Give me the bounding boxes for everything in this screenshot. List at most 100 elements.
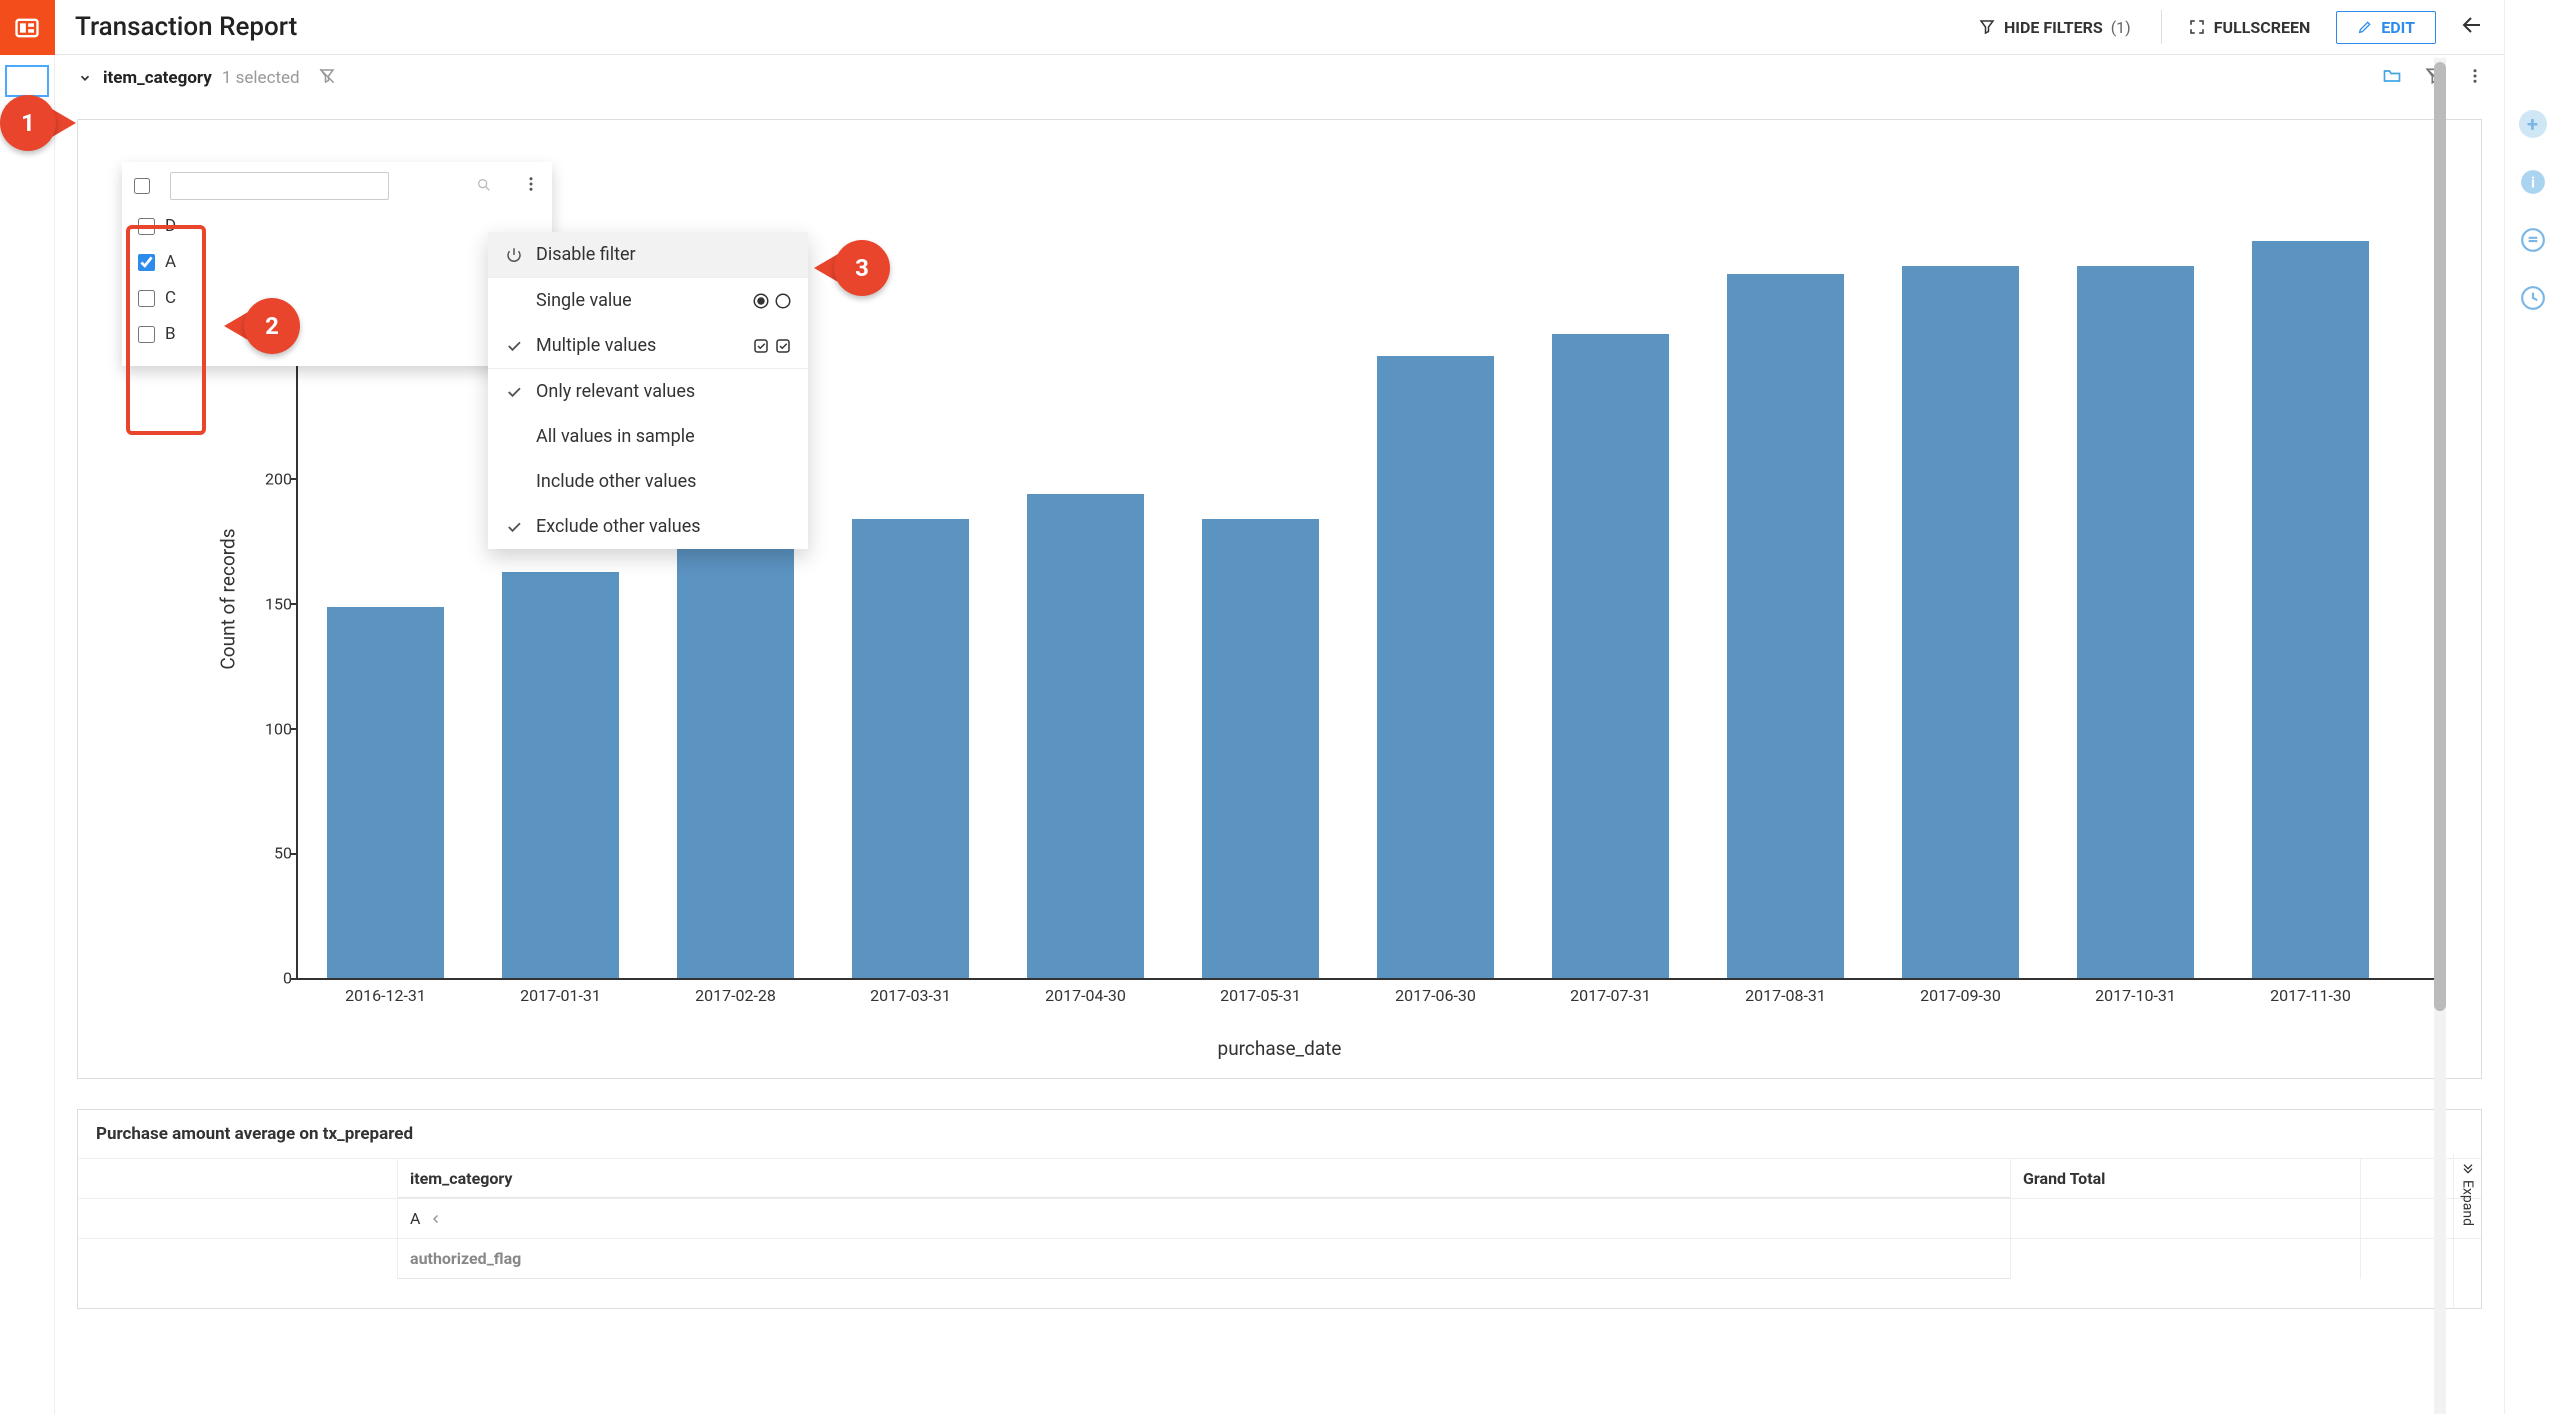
edit-label: EDIT xyxy=(2381,18,2415,37)
filter-off-icon xyxy=(318,67,336,85)
x-tick-label: 2017-11-30 xyxy=(2270,986,2351,1005)
hide-filters-button[interactable]: HIDE FILTERS (1) xyxy=(1958,18,2151,37)
folder-button[interactable] xyxy=(2382,66,2402,91)
pencil-icon xyxy=(2357,19,2373,35)
check-icon xyxy=(504,518,524,536)
power-icon xyxy=(504,246,524,264)
bar[interactable] xyxy=(677,527,794,978)
menu-item-exclude-other-values[interactable]: Exclude other values xyxy=(488,504,808,549)
bar[interactable] xyxy=(1027,494,1144,978)
filter-option-checkbox[interactable] xyxy=(138,254,155,271)
add-tile-button[interactable]: + xyxy=(2519,110,2547,138)
expand-label: Expand xyxy=(2460,1180,2476,1226)
chevron-left-icon xyxy=(430,1213,442,1225)
x-tick-label: 2017-07-31 xyxy=(1570,986,1651,1005)
x-tick-label: 2016-12-31 xyxy=(345,986,426,1005)
header-bar: Transaction Report HIDE FILTERS (1) FULL… xyxy=(55,0,2504,55)
filter-field-name: item_category xyxy=(103,68,212,88)
bar[interactable] xyxy=(1727,274,1844,978)
filter-option-A[interactable]: A xyxy=(134,244,540,280)
y-tick-label: 0 xyxy=(283,969,292,988)
bar[interactable] xyxy=(327,607,444,978)
svg-text:i: i xyxy=(2530,173,2534,191)
bar[interactable] xyxy=(1552,334,1669,978)
bar[interactable] xyxy=(1902,266,2019,978)
scrollbar-thumb[interactable] xyxy=(2434,62,2446,1011)
filter-option-label: A xyxy=(165,252,176,272)
filter-option-checkbox[interactable] xyxy=(138,326,155,343)
filter-context-menu: Disable filter Single value Multiple value… xyxy=(488,232,808,549)
x-tick-label: 2017-06-30 xyxy=(1395,986,1476,1005)
menu-item-include-other-values[interactable]: Include other values xyxy=(488,459,808,504)
filter-options-button[interactable] xyxy=(2466,67,2484,90)
radio-pair-icon xyxy=(752,292,792,310)
page-thumbnail-1[interactable] xyxy=(5,65,49,97)
app-logo[interactable] xyxy=(0,0,55,55)
check-icon xyxy=(504,337,524,355)
separator xyxy=(2161,10,2162,44)
hide-filters-label: HIDE FILTERS xyxy=(2004,18,2103,37)
filter-dropdown-more-button[interactable] xyxy=(522,175,540,197)
info-button[interactable]: i xyxy=(2519,168,2547,196)
history-button[interactable] xyxy=(2519,284,2547,312)
filter-option-C[interactable]: C xyxy=(134,280,540,316)
search-icon xyxy=(476,177,492,197)
filter-option-D[interactable]: D xyxy=(134,208,540,244)
page-title: Transaction Report xyxy=(75,12,297,42)
menu-item-single-value[interactable]: Single value xyxy=(488,278,808,323)
back-button[interactable] xyxy=(2460,13,2484,41)
double-chevron-down-icon xyxy=(2460,1160,2476,1176)
filter-option-checkbox[interactable] xyxy=(138,290,155,307)
filter-option-label: C xyxy=(165,288,176,308)
chat-icon xyxy=(2520,227,2546,253)
right-rail: + i xyxy=(2504,0,2560,1414)
menu-item-all-values-in-sample[interactable]: All values in sample xyxy=(488,414,808,459)
fullscreen-label: FULLSCREEN xyxy=(2214,18,2311,37)
filter-option-checkbox[interactable] xyxy=(138,218,155,235)
y-tick-label: 100 xyxy=(265,719,292,738)
filter-option-label: D xyxy=(165,216,176,236)
arrow-left-icon xyxy=(2460,13,2484,37)
menu-item-label: Exclude other values xyxy=(536,516,792,537)
folder-icon xyxy=(2382,66,2402,86)
checkbox-pair-icon xyxy=(752,337,792,355)
filter-expand-caret[interactable] xyxy=(75,71,95,85)
menu-item-label: Single value xyxy=(536,290,740,311)
x-tick-label: 2017-01-31 xyxy=(520,986,601,1005)
annotation-3: 3 xyxy=(814,240,890,296)
x-tick-label: 2017-10-31 xyxy=(2095,986,2176,1005)
bar[interactable] xyxy=(2077,266,2194,978)
filter-option-B[interactable]: B xyxy=(134,316,540,352)
y-tick-label: 150 xyxy=(265,595,292,614)
menu-item-disable-filter[interactable]: Disable filter xyxy=(488,232,808,277)
x-tick-label: 2017-02-28 xyxy=(695,986,776,1005)
bar[interactable] xyxy=(2252,241,2369,978)
filter-search-input[interactable] xyxy=(170,172,389,200)
filter-bar: item_category 1 selected xyxy=(55,55,2504,101)
fullscreen-button[interactable]: FULLSCREEN xyxy=(2172,18,2327,37)
pivot-tile[interactable]: Purchase amount average on tx_prepared i… xyxy=(77,1109,2482,1309)
menu-item-multiple-values[interactable]: Multiple values xyxy=(488,323,808,368)
clear-filter-button[interactable] xyxy=(318,67,336,90)
bar[interactable] xyxy=(1377,356,1494,978)
x-tick-label: 2017-04-30 xyxy=(1045,986,1126,1005)
vertical-scrollbar[interactable] xyxy=(2434,58,2446,1414)
pivot-title: Purchase amount average on tx_prepared xyxy=(78,1110,2481,1158)
pivot-row-a[interactable]: A xyxy=(398,1199,2011,1238)
bar[interactable] xyxy=(1202,519,1319,978)
expand-pivot-button[interactable]: Expand xyxy=(2453,1154,2481,1308)
pivot-col2-header: Grand Total xyxy=(2011,1159,2361,1198)
pivot-table: item_category Grand Total A xyxy=(78,1158,2481,1279)
comments-button[interactable] xyxy=(2519,226,2547,254)
annotation-1: 1 xyxy=(0,95,76,151)
edit-button[interactable]: EDIT xyxy=(2336,11,2436,44)
bar[interactable] xyxy=(852,519,969,978)
y-tick-label: 200 xyxy=(265,470,292,489)
bar[interactable] xyxy=(502,572,619,978)
menu-item-label: All values in sample xyxy=(536,426,792,447)
info-icon: i xyxy=(2520,169,2546,195)
menu-item-label: Include other values xyxy=(536,471,792,492)
select-all-checkbox[interactable] xyxy=(134,178,150,194)
x-tick-label: 2017-05-31 xyxy=(1220,986,1301,1005)
menu-item-only-relevant-values[interactable]: Only relevant values xyxy=(488,369,808,414)
